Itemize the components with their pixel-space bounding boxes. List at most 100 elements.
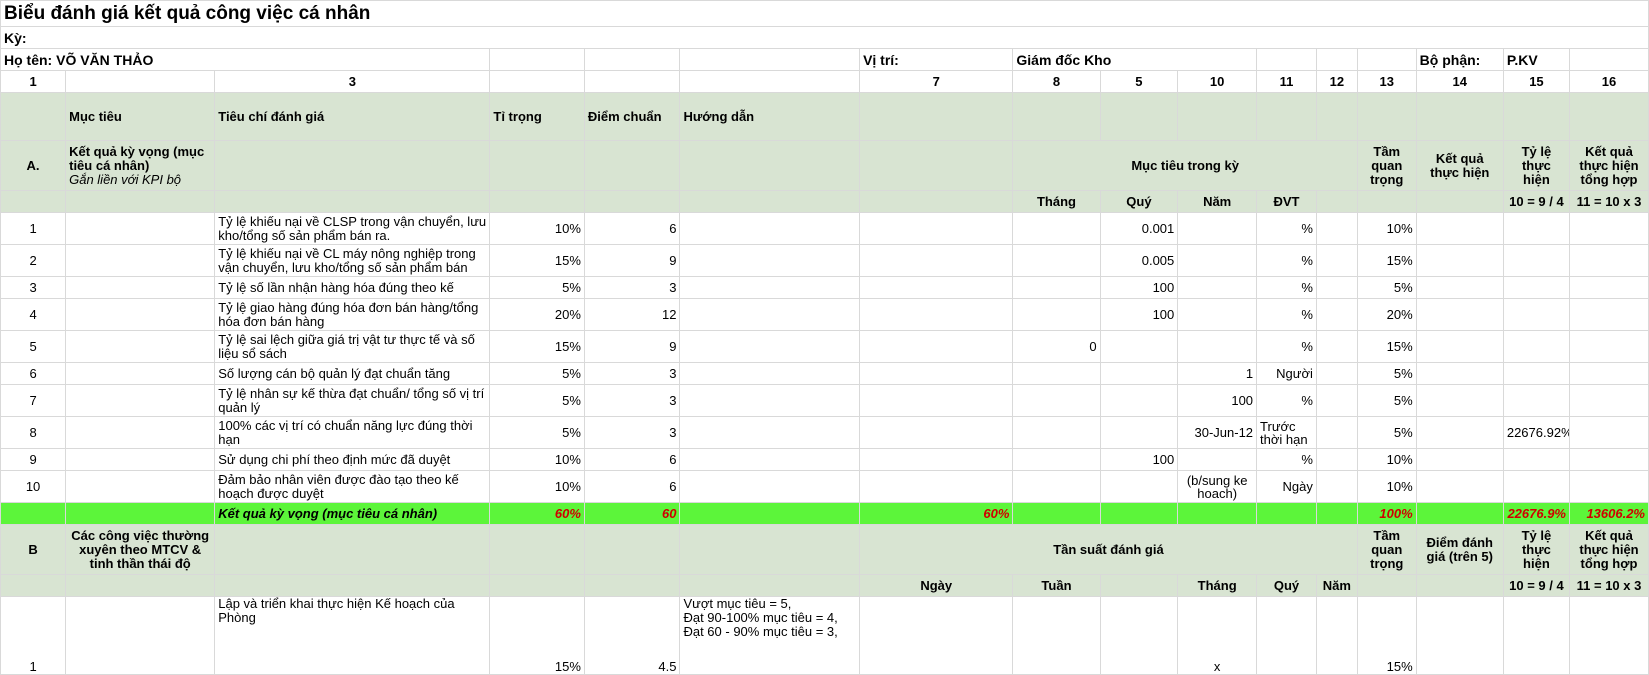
section-b-rate[interactable]: Tỷ lệ thực hiện xyxy=(1502,524,1571,575)
row-result[interactable] xyxy=(1415,416,1504,449)
row-criteria[interactable]: Tỷ lệ giao hàng đúng hóa đơn bán hàng/tổ… xyxy=(214,298,491,331)
row-weight[interactable]: 10% xyxy=(489,212,585,245)
summary-a-importance[interactable]: 100% xyxy=(1356,502,1417,525)
row-guide[interactable] xyxy=(679,362,861,385)
col-number[interactable]: 1 xyxy=(0,70,67,93)
row-quy[interactable] xyxy=(1099,470,1179,503)
row-nam[interactable]: 30-Jun-12 xyxy=(1177,416,1258,449)
section-a-importance[interactable]: Tầm quan trọng xyxy=(1356,140,1417,191)
row-nam[interactable] xyxy=(1177,298,1258,331)
row-quy[interactable]: 100 xyxy=(1099,298,1179,331)
row-score[interactable]: 6 xyxy=(583,470,681,503)
row-guide[interactable] xyxy=(679,330,861,363)
section-a-code[interactable]: A. xyxy=(0,140,67,191)
row-weight[interactable]: 5% xyxy=(489,384,585,417)
row-guide[interactable] xyxy=(679,298,861,331)
header-ti-trong[interactable]: Tỉ trọng xyxy=(489,92,585,141)
row-total[interactable] xyxy=(1569,384,1649,417)
row-result[interactable] xyxy=(1415,330,1504,363)
row-nam[interactable]: (b/sung ke hoach) xyxy=(1177,470,1258,503)
row-total[interactable] xyxy=(1569,416,1649,449)
subcol-b-nam[interactable]: Năm xyxy=(1315,574,1358,597)
summary-a-rate[interactable]: 22676.9% xyxy=(1502,502,1571,525)
row-target[interactable] xyxy=(65,448,216,471)
row-total[interactable] xyxy=(1569,470,1649,503)
row-target[interactable] xyxy=(65,416,216,449)
formula-b-rate[interactable]: 10 = 9 / 4 xyxy=(1502,574,1571,597)
row-total[interactable] xyxy=(1569,244,1649,277)
row-target[interactable] xyxy=(65,362,216,385)
row-guide[interactable] xyxy=(679,470,861,503)
row-rate[interactable] xyxy=(1502,330,1571,363)
row-score[interactable]: 3 xyxy=(583,362,681,385)
row-col12[interactable] xyxy=(1315,470,1358,503)
row-score[interactable]: 6 xyxy=(583,212,681,245)
row-importance[interactable]: 5% xyxy=(1356,384,1417,417)
row-thang[interactable] xyxy=(1012,298,1101,331)
row-number[interactable]: 6 xyxy=(0,362,67,385)
row-b-score[interactable]: 4.5 xyxy=(583,596,681,675)
row-importance[interactable]: 10% xyxy=(1356,212,1417,245)
row-col12[interactable] xyxy=(1315,244,1358,277)
row-col12[interactable] xyxy=(1315,384,1358,417)
row-thang[interactable] xyxy=(1012,276,1101,299)
row-criteria[interactable]: Đảm bảo nhân viên được đào tạo theo kế h… xyxy=(214,470,491,503)
row-quy[interactable] xyxy=(1099,384,1179,417)
subcol-nam[interactable]: Năm xyxy=(1177,190,1258,213)
row-quy[interactable]: 0.001 xyxy=(1099,212,1179,245)
row-col12[interactable] xyxy=(1315,212,1358,245)
row-rate[interactable] xyxy=(1502,276,1571,299)
row-result[interactable] xyxy=(1415,276,1504,299)
row-score[interactable]: 12 xyxy=(583,298,681,331)
row-weight[interactable]: 5% xyxy=(489,416,585,449)
row-col12[interactable] xyxy=(1315,298,1358,331)
row-nam[interactable] xyxy=(1177,212,1258,245)
row-col7[interactable] xyxy=(859,244,1014,277)
row-rate[interactable] xyxy=(1502,470,1571,503)
row-guide[interactable] xyxy=(679,212,861,245)
row-quy[interactable]: 100 xyxy=(1099,448,1179,471)
col-number[interactable] xyxy=(679,70,861,93)
row-weight[interactable]: 10% xyxy=(489,448,585,471)
row-criteria[interactable]: Số lượng cán bộ quản lý đạt chuẩn tăng xyxy=(214,362,491,385)
row-result[interactable] xyxy=(1415,384,1504,417)
subcol-tuan[interactable]: Tuần xyxy=(1012,574,1101,597)
row-criteria[interactable]: Tỷ lệ số lần nhận hàng hóa đúng theo kế xyxy=(214,276,491,299)
summary-a-score[interactable]: 60 xyxy=(583,502,681,525)
row-col12[interactable] xyxy=(1315,362,1358,385)
row-dvt[interactable]: % xyxy=(1256,298,1317,331)
section-a-total[interactable]: Kết quả thực hiện tổng hợp xyxy=(1569,140,1649,191)
position-value[interactable]: Giám đốc Kho xyxy=(1012,48,1258,71)
row-total[interactable] xyxy=(1569,212,1649,245)
row-b-no[interactable]: 1 xyxy=(0,596,67,675)
row-result[interactable] xyxy=(1415,470,1504,503)
row-thang[interactable] xyxy=(1012,212,1101,245)
row-rate[interactable] xyxy=(1502,212,1571,245)
row-number[interactable]: 4 xyxy=(0,298,67,331)
col-number[interactable]: 5 xyxy=(1099,70,1179,93)
section-b-score5[interactable]: Điểm đánh giá (trên 5) xyxy=(1415,524,1504,575)
section-a-result[interactable]: Kết quả thực hiện xyxy=(1415,140,1504,191)
row-number[interactable]: 2 xyxy=(0,244,67,277)
row-thang[interactable] xyxy=(1012,362,1101,385)
row-col7[interactable] xyxy=(859,470,1014,503)
col-number[interactable]: 16 xyxy=(1569,70,1649,93)
section-a-rate[interactable]: Tỷ lệ thực hiện xyxy=(1502,140,1571,191)
row-nam[interactable]: 1 xyxy=(1177,362,1258,385)
col-number[interactable]: 14 xyxy=(1415,70,1504,93)
period-label[interactable]: Kỳ: xyxy=(0,26,1649,49)
row-weight[interactable]: 15% xyxy=(489,330,585,363)
subcol-thang[interactable]: Tháng xyxy=(1012,190,1101,213)
row-col7[interactable] xyxy=(859,330,1014,363)
row-score[interactable]: 9 xyxy=(583,330,681,363)
row-b-importance[interactable]: 15% xyxy=(1356,596,1417,675)
formula-total[interactable]: 11 = 10 x 3 xyxy=(1569,190,1649,213)
row-rate[interactable] xyxy=(1502,298,1571,331)
row-result[interactable] xyxy=(1415,212,1504,245)
row-result[interactable] xyxy=(1415,244,1504,277)
col-number[interactable]: 15 xyxy=(1502,70,1571,93)
row-guide[interactable] xyxy=(679,276,861,299)
row-target[interactable] xyxy=(65,212,216,245)
formula-b-total[interactable]: 11 = 10 x 3 xyxy=(1569,574,1649,597)
row-quy[interactable]: 0.005 xyxy=(1099,244,1179,277)
